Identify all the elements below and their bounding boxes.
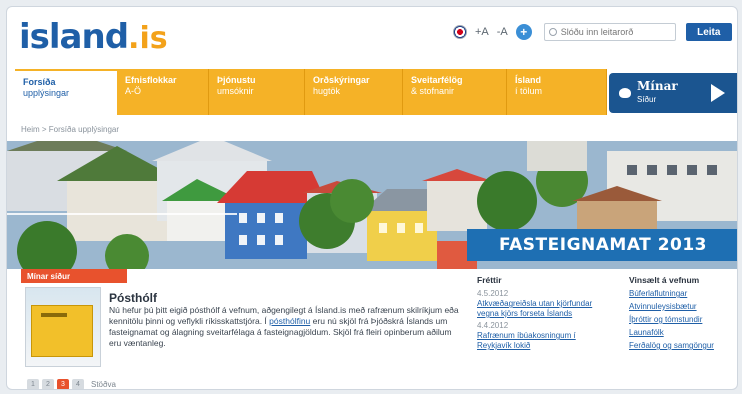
- nav-sub: upplýsingar: [23, 88, 70, 98]
- site-logo[interactable]: island . is: [19, 17, 168, 63]
- minar-sidur-tag: Mínar síður: [21, 269, 127, 283]
- page-button-1[interactable]: 1: [27, 379, 39, 389]
- news-link[interactable]: Atkvæðagreiðsla utan kjörfundar vegna kj…: [477, 299, 595, 319]
- nav-item-island-i-tolum[interactable]: Ísland í tölum: [507, 69, 607, 115]
- nav-item-efnisflokkar[interactable]: Efnisflokkar A-Ö: [117, 69, 209, 115]
- news-heading: Fréttir: [477, 275, 502, 285]
- hero-image[interactable]: FASTEIGNAMAT 2013: [7, 141, 737, 269]
- header-tools: +A -A + Leita: [453, 23, 732, 41]
- breadcrumb: Heim > Forsíða upplýsingar: [21, 125, 120, 134]
- font-smaller-button[interactable]: -A: [497, 26, 508, 38]
- minar-sub: Síður: [637, 95, 657, 104]
- logo-tld: is: [139, 21, 168, 56]
- nav-sub: í tölum: [515, 86, 543, 96]
- nav-title: Þjónustu: [217, 75, 256, 85]
- main-nav: Forsíða upplýsingar Efnisflokkar A-Ö Þjó…: [15, 69, 607, 115]
- plus-icon[interactable]: +: [515, 24, 532, 40]
- popular-link[interactable]: Launafólk: [629, 328, 737, 338]
- search-icon: [548, 28, 557, 36]
- search-input[interactable]: [560, 27, 671, 37]
- arrow-right-icon: [711, 84, 725, 102]
- search-box[interactable]: [543, 23, 676, 41]
- popular-link[interactable]: Atvinnuleysisbætur: [629, 302, 737, 312]
- popular-heading: Vinsælt á vefnum: [629, 275, 700, 285]
- nav-title: Sveitarfélög: [411, 75, 463, 85]
- minar-title: Mínar: [637, 79, 678, 93]
- font-larger-button[interactable]: +A: [475, 26, 489, 38]
- page-button-4[interactable]: 4: [72, 379, 84, 389]
- nav-sub: & stofnanir: [411, 86, 455, 96]
- page-button-3[interactable]: 3: [57, 379, 69, 389]
- lock-icon: [619, 88, 631, 98]
- popular-link[interactable]: Búferlaflutningar: [629, 289, 737, 299]
- mailbox-slot: [41, 313, 67, 317]
- english-flag-icon[interactable]: [453, 25, 467, 39]
- nav-title: Efnisflokkar: [125, 75, 177, 85]
- fasteignamat-banner[interactable]: FASTEIGNAMAT 2013: [467, 229, 737, 261]
- page-frame: island . is +A -A + Leita Forsíða upplýs…: [6, 6, 738, 390]
- nav-sub: hugtök: [313, 86, 341, 96]
- popular-link[interactable]: Íþróttir og tómstundir: [629, 315, 737, 325]
- nav-item-forsida[interactable]: Forsíða upplýsingar: [15, 69, 117, 115]
- nav-title: Ísland: [515, 75, 542, 85]
- logo-word: island: [19, 17, 129, 57]
- slide-pager: 1 2 3 4 Stöðva: [27, 379, 116, 389]
- nav-title: Forsíða: [23, 77, 56, 87]
- logo-dot: .: [128, 21, 140, 56]
- popular-column: Vinsælt á vefnum Búferlaflutningar Atvin…: [629, 275, 737, 354]
- hero-divider: [7, 213, 237, 215]
- news-date: 4.5.2012: [477, 289, 509, 298]
- stop-button[interactable]: Stöðva: [91, 380, 116, 389]
- nav-sub: A-Ö: [125, 86, 142, 96]
- search-button[interactable]: Leita: [685, 23, 732, 41]
- news-link[interactable]: Rafrænum íbúakosningum í Reykjavík lokið: [477, 331, 595, 351]
- popular-link[interactable]: Ferðalög og samgöngur: [629, 341, 737, 351]
- nav-item-thjonustu[interactable]: Þjónustu umsóknir: [209, 69, 305, 115]
- nav-title: Orðskýringar: [313, 75, 370, 85]
- nav-item-ordskyringar[interactable]: Orðskýringar hugtök: [305, 69, 403, 115]
- news-date: 4.4.2012: [477, 321, 509, 330]
- news-column: Fréttir 4.5.2012 Atkvæðagreiðsla utan kj…: [477, 275, 595, 351]
- nav-sub: umsóknir: [217, 86, 254, 96]
- post-body: Nú hefur þú þitt eigið pósthólf á vefnum…: [109, 305, 459, 349]
- postholf-link[interactable]: pósthólfinu: [269, 316, 310, 326]
- nav-item-sveitarfelog[interactable]: Sveitarfélög & stofnanir: [403, 69, 507, 115]
- post-title: Pósthólf: [109, 291, 157, 305]
- minar-sidur-button[interactable]: Mínar Síður: [609, 73, 737, 113]
- page-button-2[interactable]: 2: [42, 379, 54, 389]
